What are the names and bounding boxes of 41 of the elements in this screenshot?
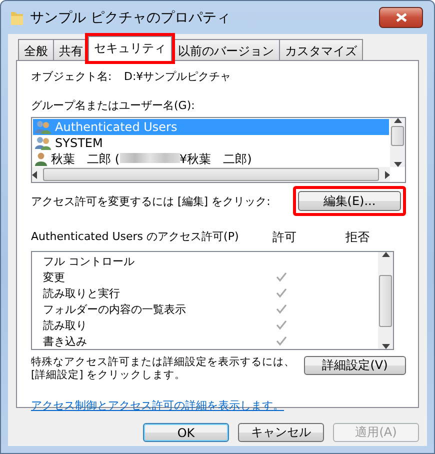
window-title: サンプル ピクチャのプロパティ xyxy=(30,8,232,26)
vertical-scrollbar[interactable] xyxy=(378,252,393,349)
help-link[interactable]: アクセス制御とアクセス許可の詳細を表示します。 xyxy=(31,398,406,413)
tab[interactable]: 全般 xyxy=(18,39,54,60)
edit-instruction: アクセス許可を変更するには [編集] をクリック: xyxy=(31,194,270,208)
user-item[interactable]: SYSTEM xyxy=(33,135,389,151)
tab[interactable]: 以前のバージョン xyxy=(172,39,280,60)
permission-name: 書き込み xyxy=(43,334,88,348)
tab[interactable]: セキュリティ xyxy=(88,36,172,61)
edit-button[interactable]: 編集(E)... xyxy=(298,191,401,211)
user-item[interactable]: 秋葉 二郎 ( ¥秋葉 二郎) xyxy=(33,151,389,167)
permission-name: 読み取りと実行 xyxy=(43,286,121,300)
close-button[interactable] xyxy=(379,7,423,28)
permissions-label: Authenticated Users のアクセス許可(P) xyxy=(31,229,240,245)
users-icon xyxy=(35,120,51,134)
vertical-scrollbar[interactable] xyxy=(390,118,405,167)
dialog-button[interactable]: キャンセル xyxy=(238,423,324,442)
scroll-down-arrow-icon[interactable] xyxy=(394,162,402,167)
users-icon xyxy=(35,136,51,150)
horizontal-scrollbar[interactable] xyxy=(32,167,390,182)
folder-icon xyxy=(10,10,24,26)
permission-name: フォルダーの内容の一覧表示 xyxy=(43,302,187,316)
user-icon xyxy=(35,152,47,166)
scroll-up-arrow-icon[interactable] xyxy=(382,252,390,257)
scroll-down-arrow-icon[interactable] xyxy=(382,344,390,349)
object-name-value: D:¥サンプルピクチャ xyxy=(124,69,232,84)
dialog-button[interactable]: OK xyxy=(143,423,229,442)
object-name-label: オブジェクト名: xyxy=(31,69,113,84)
column-header: 許可 xyxy=(272,229,298,246)
advanced-instruction: 特殊なアクセス許可または詳細設定を表示するには、[詳細設定] をクリックします。 xyxy=(31,356,296,382)
permission-name: フル コントロール xyxy=(43,254,136,268)
permission-name: 変更 xyxy=(43,270,66,284)
advanced-button[interactable]: 詳細設定(V) xyxy=(304,356,406,375)
permission-name: 読み取り xyxy=(43,318,88,332)
users-label: グループ名またはユーザー名(G): xyxy=(31,98,195,113)
scroll-left-arrow-icon[interactable] xyxy=(32,170,37,178)
column-header: 拒否 xyxy=(344,229,370,246)
scroll-up-arrow-icon[interactable] xyxy=(394,118,402,123)
close-icon xyxy=(396,13,406,22)
tab[interactable]: カスタマイズ xyxy=(279,39,363,60)
scroll-right-arrow-icon[interactable] xyxy=(385,170,390,178)
